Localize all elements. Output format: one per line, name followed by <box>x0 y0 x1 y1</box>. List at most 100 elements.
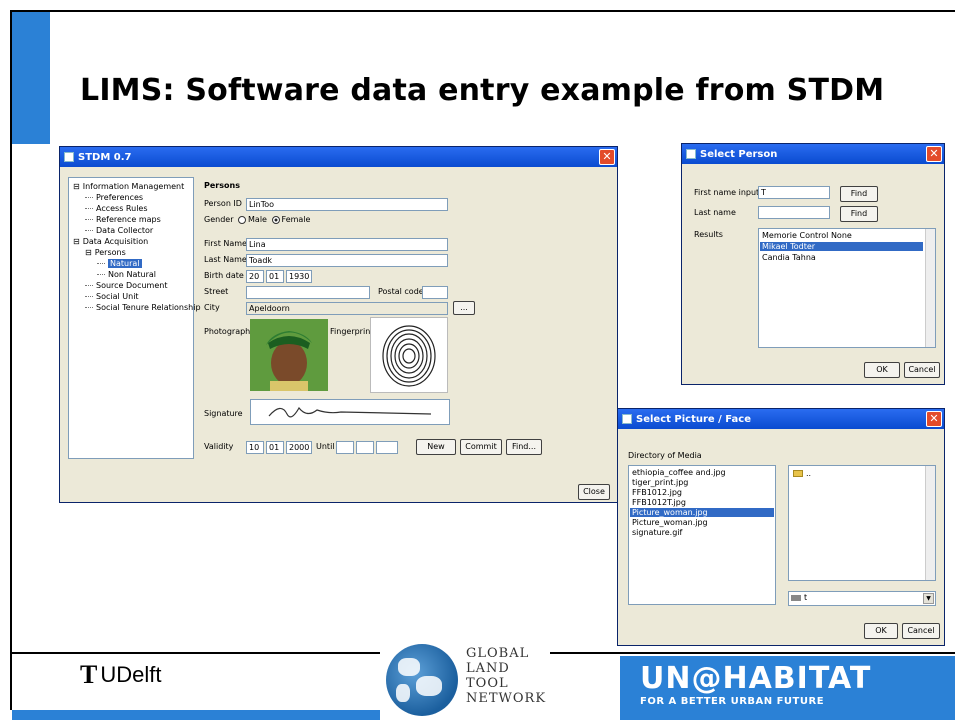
folder-list[interactable]: .. <box>788 465 936 581</box>
tree-expander-icon[interactable]: ⊟ <box>73 237 80 246</box>
results-label: Results <box>694 230 723 239</box>
close-icon[interactable]: ✕ <box>599 149 615 165</box>
postal-code-input[interactable] <box>422 286 448 299</box>
navigation-tree[interactable]: ⊟ Information Management Preferences Access… <box>68 177 201 459</box>
dialog-app-icon <box>686 149 696 159</box>
ok-button[interactable]: OK <box>864 362 900 378</box>
find-first-name-button[interactable]: Find <box>840 186 878 202</box>
cancel-button[interactable]: Cancel <box>904 362 940 378</box>
find-last-name-button[interactable]: Find <box>840 206 878 222</box>
result-item[interactable]: Mikael Todter <box>760 242 923 251</box>
cancel-button[interactable]: Cancel <box>902 623 940 639</box>
until-year-input[interactable] <box>376 441 398 454</box>
file-item[interactable]: Picture_woman.jpg <box>630 508 774 517</box>
accent-bar <box>12 12 50 144</box>
until-day-input[interactable] <box>336 441 354 454</box>
tudelft-text: UDelft <box>100 662 162 687</box>
tree-item[interactable]: Natural <box>97 259 142 268</box>
tree-item[interactable]: Non Natural <box>97 270 156 279</box>
result-item[interactable]: Candia Tahna <box>760 253 923 262</box>
frame-top-border <box>10 10 955 12</box>
city-input[interactable]: Apeldoorn <box>246 302 448 315</box>
person-id-input[interactable]: LinToo <box>246 198 448 211</box>
tree-item[interactable]: ⊟ Persons <box>85 248 126 257</box>
tree-item[interactable]: ⊟ Data Acquisition <box>73 237 148 246</box>
file-item[interactable]: FFB1012T.jpg <box>630 498 774 507</box>
city-browse-button[interactable]: ... <box>453 301 475 315</box>
slide-title: LIMS: Software data entry example from S… <box>80 73 885 108</box>
main-window-titlebar[interactable]: STDM 0.7 ✕ <box>60 147 617 167</box>
stdm-main-window: STDM 0.7 ✕ ⊟ Information Management Prefer… <box>59 146 618 503</box>
file-item[interactable]: Picture_woman.jpg <box>630 518 774 527</box>
close-button[interactable]: Close <box>578 484 610 500</box>
tree-item-label: Persons <box>94 248 126 257</box>
first-name-input[interactable]: Lina <box>246 238 448 251</box>
results-list[interactable]: Memorie Control None Mikael Todter Candia … <box>758 228 936 348</box>
find-button[interactable]: Find... <box>506 439 542 455</box>
tree-item[interactable]: Social Tenure Relationship <box>85 303 201 312</box>
tree-item[interactable]: Social Unit <box>85 292 139 301</box>
street-input[interactable] <box>246 286 370 299</box>
tree-item[interactable]: Reference maps <box>85 215 161 224</box>
gender-male-label: Male <box>248 215 267 224</box>
tree-item-label: Natural <box>108 259 142 268</box>
tree-branch-icon <box>97 274 105 275</box>
chevron-down-icon[interactable]: ▼ <box>923 593 934 604</box>
result-item[interactable]: Memorie Control None <box>760 231 923 240</box>
tree-item[interactable]: Preferences <box>85 193 143 202</box>
tree-item[interactable]: Access Rules <box>85 204 148 213</box>
fingerprint-image[interactable] <box>370 317 448 393</box>
last-name-label: Last Name <box>204 255 247 264</box>
postal-code-label: Postal code <box>378 287 424 296</box>
gender-female-label: Female <box>281 215 311 224</box>
validity-month-input[interactable]: 01 <box>266 441 284 454</box>
gender-male-radio[interactable] <box>238 215 247 224</box>
file-item[interactable]: FFB1012.jpg <box>630 488 774 497</box>
results-scrollbar[interactable] <box>925 229 935 347</box>
birth-month-input[interactable]: 01 <box>266 270 284 283</box>
last-name-search-input[interactable] <box>758 206 830 219</box>
last-name-search-label: Last name <box>694 208 736 217</box>
tree-item-label: Preferences <box>96 193 144 202</box>
folder-icon <box>793 470 803 477</box>
close-icon[interactable]: ✕ <box>926 411 942 427</box>
folder-scrollbar[interactable] <box>925 466 935 580</box>
tree-expander-icon[interactable]: ⊟ <box>85 248 92 257</box>
until-label: Until <box>316 442 335 451</box>
tree-item[interactable]: Source Document <box>85 281 167 290</box>
birth-year-input[interactable]: 1930 <box>286 270 312 283</box>
tree-branch-icon <box>85 230 93 231</box>
last-name-input[interactable]: Toadk <box>246 254 448 267</box>
file-item[interactable]: signature.gif <box>630 528 774 537</box>
gender-female-radio[interactable] <box>271 215 280 224</box>
birth-date-label: Birth date <box>204 271 244 280</box>
signature-stroke <box>268 406 432 418</box>
until-month-input[interactable] <box>356 441 374 454</box>
file-item[interactable]: tiger_print.jpg <box>630 478 774 487</box>
validity-day-input[interactable]: 10 <box>246 441 264 454</box>
tudelft-mark: T <box>80 660 98 689</box>
folder-item[interactable]: .. <box>793 469 811 478</box>
tree-item[interactable]: Data Collector <box>85 226 153 235</box>
commit-button[interactable]: Commit <box>460 439 502 455</box>
birth-day-input[interactable]: 20 <box>246 270 264 283</box>
main-window-title: STDM 0.7 <box>78 151 132 163</box>
tree-item[interactable]: ⊟ Information Management <box>73 182 184 191</box>
file-item[interactable]: ethiopia_coffee and.jpg <box>630 468 774 477</box>
tree-branch-icon <box>85 285 93 286</box>
ok-button[interactable]: OK <box>864 623 898 639</box>
person-photograph[interactable] <box>250 319 328 391</box>
select-person-titlebar[interactable]: Select Person ✕ <box>682 144 944 164</box>
drive-select[interactable]: t ▼ <box>788 591 936 606</box>
signature-image[interactable] <box>250 399 450 425</box>
close-icon[interactable]: ✕ <box>926 146 942 162</box>
file-list[interactable]: ethiopia_coffee and.jpg tiger_print.jpg FF… <box>628 465 776 605</box>
new-button[interactable]: New <box>416 439 456 455</box>
select-picture-titlebar[interactable]: Select Picture / Face ✕ <box>618 409 944 429</box>
first-name-search-input[interactable]: T <box>758 186 830 199</box>
fingerprint-icon <box>382 325 436 387</box>
validity-year-input[interactable]: 2000 <box>286 441 312 454</box>
gltn-line: TOOL <box>466 676 509 691</box>
tree-expander-icon[interactable]: ⊟ <box>73 182 80 191</box>
gltn-logo: GLOBAL LAND TOOL NETWORK <box>380 636 550 720</box>
